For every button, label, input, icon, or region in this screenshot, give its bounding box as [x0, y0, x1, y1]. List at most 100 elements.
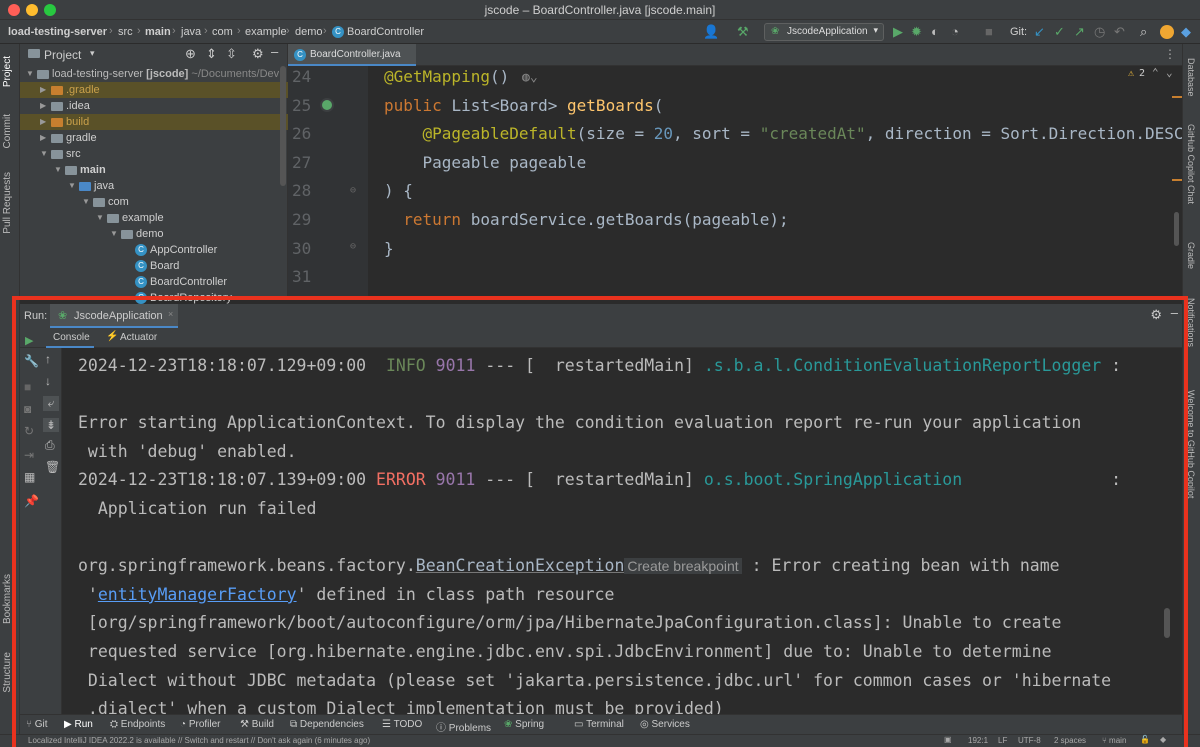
previous-highlight-icon[interactable]: ⌃	[1152, 66, 1159, 79]
git-tool-button[interactable]: ⑂ Git	[26, 719, 48, 730]
hide-panel-icon[interactable]: –	[271, 44, 278, 59]
more-tabs-icon[interactable]: ⋮	[1164, 47, 1176, 61]
breadcrumb-file[interactable]: BoardController	[347, 26, 424, 38]
exit-icon[interactable]: ⇥	[24, 448, 34, 462]
breadcrumb-java[interactable]: java	[181, 26, 201, 38]
project-view-selector[interactable]: Project	[44, 48, 81, 62]
breadcrumb-com[interactable]: com	[212, 26, 233, 38]
profiler-icon[interactable]: ◔	[951, 24, 959, 40]
run-tool-button[interactable]: ▶ Run	[64, 719, 93, 730]
tab-console[interactable]: Console	[46, 328, 94, 348]
tree-item[interactable]: ▼ com	[20, 194, 288, 210]
collapse-all-icon[interactable]: ⇳	[226, 46, 237, 62]
profiler-tool-button[interactable]: ◔ Profiler	[180, 719, 221, 730]
project-tool-button[interactable]: Project	[2, 56, 13, 87]
chevron-down-icon[interactable]: ▼	[82, 194, 90, 210]
update-icon[interactable]	[1160, 25, 1174, 39]
tree-item[interactable]: ▶ .gradle	[20, 82, 288, 98]
tree-item[interactable]: ▼ java	[20, 178, 288, 194]
cursor-position[interactable]: 192:1	[968, 736, 988, 745]
chevron-down-icon[interactable]: ▾	[90, 48, 95, 59]
chevron-down-icon[interactable]: ▼	[40, 146, 48, 162]
commit-tool-button[interactable]: Commit	[2, 114, 13, 148]
pin-icon[interactable]: 📌	[24, 494, 39, 508]
gear-icon[interactable]: ⚙	[252, 46, 264, 62]
tree-item[interactable]: ▼ main	[20, 162, 288, 178]
scroll-to-end-icon[interactable]: ⇟	[43, 418, 59, 432]
tab-actuator[interactable]: Actuator	[120, 332, 157, 343]
warning-icon[interactable]: ⚠	[1128, 68, 1134, 79]
fold-icon[interactable]: ⊖	[350, 185, 356, 196]
chevron-down-icon[interactable]: ▼	[110, 226, 118, 242]
rollback-icon[interactable]: ↶	[1114, 24, 1125, 40]
stop-icon[interactable]: ■	[985, 24, 993, 40]
breadcrumb-src[interactable]: src	[118, 26, 133, 38]
tree-item[interactable]: C Board	[20, 258, 288, 274]
coverage-icon[interactable]: ◐	[931, 24, 939, 40]
notifications-tool-button[interactable]: Notifications	[1186, 298, 1196, 347]
editor-scrollbar[interactable]	[1174, 212, 1179, 246]
error-stripe-marker[interactable]	[1172, 96, 1182, 98]
tree-scrollbar[interactable]	[280, 66, 286, 186]
console-scrollbar[interactable]	[1164, 608, 1170, 638]
copilot-status-icon[interactable]: ◆	[1160, 735, 1166, 744]
services-tool-button[interactable]: ◎ Services	[640, 719, 690, 730]
run-icon[interactable]: ▶	[893, 24, 903, 40]
chevron-right-icon[interactable]: ▶	[40, 82, 46, 98]
run-configuration-selector[interactable]: ❀ JscodeApplication ▾	[764, 23, 884, 41]
indent-setting[interactable]: 2 spaces	[1054, 736, 1086, 745]
git-commit-icon[interactable]: ✓	[1054, 24, 1065, 40]
tree-item[interactable]: C AppController	[20, 242, 288, 258]
tree-item[interactable]: ▼ src	[20, 146, 288, 162]
tree-root[interactable]: ▼ load-testing-server [jscode] ~/Documen…	[20, 66, 288, 82]
hide-panel-icon[interactable]: –	[1171, 305, 1178, 320]
spring-endpoint-icon[interactable]	[320, 98, 334, 112]
camera-icon[interactable]: ◙	[24, 402, 31, 416]
pull-requests-tool-button[interactable]: Pull Requests	[2, 172, 13, 234]
tab-board-controller[interactable]: C BoardController.java	[288, 44, 416, 66]
user-icon[interactable]: 👤	[703, 24, 719, 40]
build-hammer-icon[interactable]: ⚒	[737, 24, 749, 40]
close-icon[interactable]: ×	[168, 309, 173, 319]
structure-tool-button[interactable]: Structure	[2, 652, 13, 693]
search-icon[interactable]: ⌕	[1140, 24, 1147, 40]
locate-icon[interactable]: ⊕	[185, 46, 196, 62]
spring-tool-button[interactable]: ❀ Spring	[504, 719, 544, 730]
expand-all-icon[interactable]: ⇕	[206, 46, 217, 62]
debug-icon[interactable]: ✹	[911, 24, 922, 40]
tree-item[interactable]: ▶ .idea	[20, 98, 288, 114]
chevron-down-icon[interactable]: ▼	[54, 162, 62, 178]
git-push-icon[interactable]: ↗	[1074, 24, 1085, 40]
git-branch-status[interactable]: ⑂ main	[1102, 736, 1126, 745]
line-separator[interactable]: LF	[998, 736, 1007, 745]
fold-icon[interactable]: ⊖	[350, 241, 356, 252]
history-icon[interactable]: ◷	[1094, 24, 1105, 40]
gradle-tool-button[interactable]: Gradle	[1186, 242, 1196, 269]
welcome-copilot-tool-button[interactable]: Welcome to GitHub Copilot	[1186, 390, 1196, 498]
tree-item[interactable]: ▼ demo	[20, 226, 288, 242]
chevron-right-icon[interactable]: ▶	[40, 130, 46, 146]
screen-icon[interactable]: ▣	[944, 735, 952, 744]
terminal-tool-button[interactable]: ▭ Terminal	[574, 719, 624, 730]
chevron-down-icon[interactable]: ▼	[68, 178, 76, 194]
build-tool-button[interactable]: ⚒ Build	[240, 719, 274, 730]
console-link[interactable]: entityManagerFactory	[98, 585, 297, 604]
print-icon[interactable]: ⎙	[45, 438, 55, 453]
create-breakpoint-button[interactable]: Create breakpoint	[624, 558, 742, 575]
file-encoding[interactable]: UTF-8	[1018, 736, 1041, 745]
breadcrumb-example[interactable]: example	[245, 26, 287, 38]
copilot-icon[interactable]: ◆	[1181, 24, 1191, 40]
console-link[interactable]: BeanCreationException	[416, 556, 625, 575]
layout-icon[interactable]: ▦	[24, 470, 35, 484]
error-stripe-marker[interactable]	[1172, 179, 1182, 181]
database-tool-button[interactable]: Database	[1186, 58, 1196, 97]
globe-icon[interactable]: ◍⌄	[522, 70, 538, 85]
todo-tool-button[interactable]: ☰ TODO	[382, 719, 422, 730]
endpoints-tool-button[interactable]: ⛭ Endpoints	[110, 719, 165, 730]
dependencies-tool-button[interactable]: ⧉ Dependencies	[290, 719, 364, 730]
git-update-icon[interactable]: ↙	[1034, 24, 1045, 40]
breadcrumb-demo[interactable]: demo	[295, 26, 323, 38]
rerun-icon[interactable]: ▶	[25, 334, 33, 347]
status-message[interactable]: Localized IntelliJ IDEA 2022.2 is availa…	[28, 736, 370, 745]
chevron-right-icon[interactable]: ▶	[40, 98, 46, 114]
